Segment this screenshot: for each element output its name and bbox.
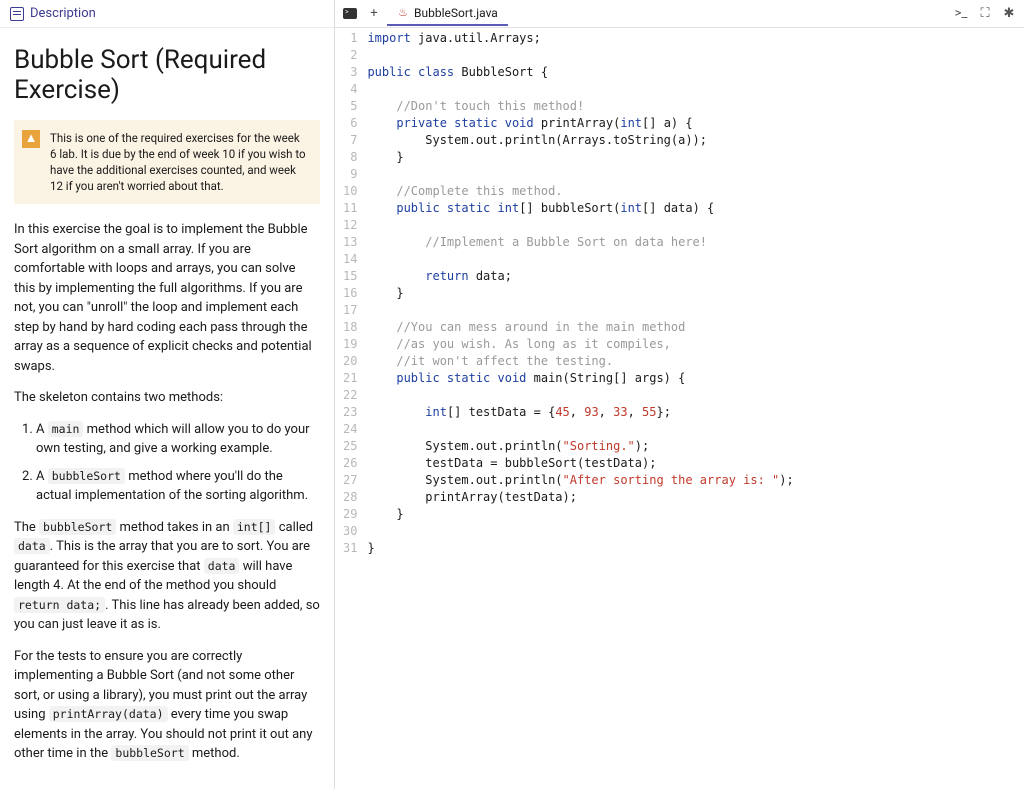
code-inline: data [14,538,50,554]
code-inline: bubbleSort [111,745,188,761]
file-tab-active[interactable]: ♨ BubbleSort.java [387,2,508,26]
exercise-title: Bubble Sort (Required Exercise) [14,46,320,106]
description-panel: Description Bubble Sort (Required Exerci… [0,0,335,789]
code-inline: bubbleSort [48,468,125,484]
method-list: A main method which will allow you to do… [36,420,320,506]
new-tab-button[interactable]: + [363,3,385,25]
description-paragraph: In this exercise the goal is to implemen… [14,220,320,376]
warning-text: This is one of the required exercises fo… [50,131,306,193]
warning-icon: ▲ [22,130,40,148]
code-inline: return data; [14,597,105,613]
tab-label: BubbleSort.java [414,6,498,20]
code-inline: bubbleSort [39,519,116,535]
terminal-button[interactable] [339,3,361,25]
list-item: A bubbleSort method where you'll do the … [36,467,320,506]
description-header: Description [0,0,334,28]
code-inline: printArray(data) [49,706,168,722]
description-paragraph: The bubbleSort method takes in an int[] … [14,518,320,635]
code-content[interactable]: import java.util.Arrays; public class Bu… [367,30,1024,789]
description-icon [10,7,24,21]
description-paragraph: The skeleton contains two methods: [14,388,320,408]
line-gutter: 1 2 3 4 5 6 7 8 9 10 11 12 13 14 15 16 1… [335,30,367,789]
description-paragraph: For the tests to ensure you are correctl… [14,647,320,764]
code-editor[interactable]: 1 2 3 4 5 6 7 8 9 10 11 12 13 14 15 16 1… [335,28,1024,789]
code-inline: int[] [233,519,276,535]
description-body: Bubble Sort (Required Exercise) ▲ This i… [0,28,334,789]
warning-box: ▲ This is one of the required exercises … [14,120,320,204]
editor-panel: + ♨ BubbleSort.java >_ ⛶ ✱ 1 2 3 4 5 6 7… [335,0,1024,789]
code-inline: main [48,421,84,437]
java-file-icon: ♨ [397,7,409,19]
description-header-label: Description [30,6,96,21]
terminal-icon [343,8,357,19]
fullscreen-button[interactable]: ⛶ [974,3,996,25]
list-item: A main method which will allow you to do… [36,420,320,459]
settings-button[interactable]: ✱ [998,3,1020,25]
console-button[interactable]: >_ [950,3,972,25]
code-inline: data [204,558,240,574]
tab-bar: + ♨ BubbleSort.java >_ ⛶ ✱ [335,0,1024,28]
